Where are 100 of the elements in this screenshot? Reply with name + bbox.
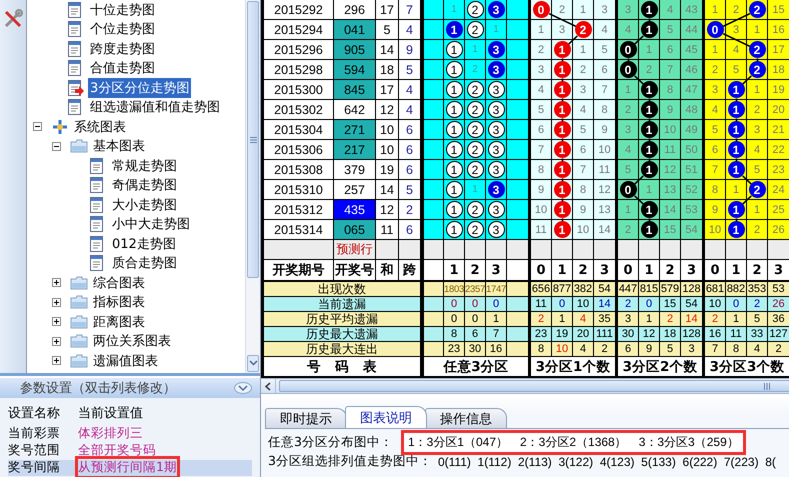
number-ball: 1: [446, 61, 462, 78]
expand-icon[interactable]: [52, 356, 61, 366]
tree-item[interactable]: 个位走势图: [88, 19, 157, 40]
omission-cell: 1: [573, 40, 594, 60]
setting-name[interactable]: 奖号范围: [8, 442, 78, 458]
number-ball: 1: [640, 121, 658, 138]
omission-cell: 52: [681, 180, 702, 200]
tree-item[interactable]: 十位走势图: [88, 0, 157, 20]
stat-cell: 4: [573, 312, 594, 327]
number-ball: 1: [728, 201, 744, 218]
stat-cell: 656: [531, 282, 552, 297]
description-text: 0(111) 1(112) 2(113) 3(122) 4(123) 5(133) 6(222) 7(223) 8(: [438, 454, 776, 468]
tree-item[interactable]: 两位关系图表: [91, 331, 173, 352]
chevron-down-icon[interactable]: [234, 382, 252, 394]
collapse-icon[interactable]: [33, 122, 42, 132]
tree-item[interactable]: 012走势图: [110, 234, 178, 254]
tab[interactable]: 即时提示: [265, 408, 347, 428]
collapse-icon[interactable]: [52, 142, 61, 151]
tab[interactable]: 图表说明: [345, 406, 427, 428]
number-ball: 2: [748, 1, 766, 18]
stat-cell: 12: [639, 327, 660, 342]
stat-cell: 0: [726, 297, 747, 312]
omission-cell: 13: [594, 200, 615, 220]
table-cell: [424, 240, 444, 260]
table-cell: [660, 240, 681, 260]
grip-icon[interactable]: [250, 136, 256, 144]
column-header[interactable]: 当前设置值: [78, 402, 252, 424]
omission-cell: 2: [705, 60, 726, 80]
expand-icon[interactable]: [52, 278, 61, 288]
number-ball: 2: [466, 201, 484, 218]
tree-item[interactable]: 常规走势图: [110, 156, 179, 176]
omission-cell: 2: [531, 40, 552, 60]
tab[interactable]: 操作信息: [425, 408, 507, 428]
setting-name[interactable]: 当前彩票: [8, 425, 78, 442]
tree-item[interactable]: 合值走势图: [88, 58, 157, 78]
number-ball: 1: [446, 221, 462, 238]
stat-cell: 882: [726, 282, 747, 297]
tree-item[interactable]: 距离图表: [91, 312, 147, 332]
tree-item[interactable]: 基本图表: [91, 136, 147, 156]
stat-cell: 4: [573, 342, 594, 357]
omission-cell: 11: [660, 140, 681, 160]
omission-cell: 3: [726, 20, 747, 40]
period-cell: 2015308: [264, 160, 334, 180]
omission-cell: 45: [681, 40, 702, 60]
description-label: 3分区组选排列值走势图中：: [268, 453, 432, 470]
stat-label: 当前遗漏: [264, 297, 421, 312]
tree-item[interactable]: 小中大走势图: [110, 214, 192, 234]
number-ball: 3: [488, 201, 504, 218]
tree-item[interactable]: 指标图表: [91, 292, 147, 312]
stat-cell: 382: [573, 282, 594, 297]
stat-cell: 0: [552, 297, 573, 312]
tree-item[interactable]: 综合图表: [91, 272, 147, 293]
vertical-scrollbar[interactable]: [245, 0, 260, 373]
horizontal-scrollbar[interactable]: [261, 378, 789, 394]
stat-cell: 0: [465, 297, 486, 312]
setting-value[interactable]: 全部开奖号码: [78, 442, 156, 459]
stat-cell: 1: [639, 312, 660, 327]
stat-cell: 1803: [444, 282, 465, 297]
tree-item[interactable]: 奇偶走势图: [110, 175, 179, 196]
omission-cell: 3: [594, 0, 615, 20]
omission-cell: 50: [681, 140, 702, 160]
grip-icon[interactable]: [763, 382, 771, 390]
tree-item[interactable]: 质合走势图: [110, 253, 179, 274]
stat-label: 历史最大连出: [264, 342, 421, 357]
chevron-left-icon[interactable]: [265, 382, 271, 390]
span-cell: 5: [399, 180, 421, 200]
number-ball: 1: [446, 181, 462, 198]
stat-cell: 35: [594, 312, 615, 327]
expand-icon[interactable]: [52, 298, 61, 307]
column-header[interactable]: 设置名称: [8, 402, 78, 424]
setting-value[interactable]: 体彩排列三: [78, 424, 143, 442]
number-ball: 1: [554, 221, 570, 238]
tree-item[interactable]: 组选遗漏值和值走势图: [88, 97, 222, 118]
omission-cell: 2: [573, 60, 594, 80]
stat-cell: 0: [639, 297, 660, 312]
expand-icon[interactable]: [52, 336, 61, 346]
omission-cell: 14: [594, 220, 615, 240]
tree-item[interactable]: 3分区分位走势图: [88, 78, 192, 98]
expand-icon[interactable]: [52, 317, 61, 326]
stat-cell: 681: [705, 282, 726, 297]
stat-cell: 0: [444, 312, 465, 327]
tree-item[interactable]: 大小走势图: [110, 194, 179, 215]
number-cell: 905: [334, 40, 376, 60]
tools-icon[interactable]: [2, 8, 24, 30]
number-ball: 1: [446, 81, 462, 98]
stat-cell: 7: [486, 327, 507, 342]
stat-cell: 30: [465, 342, 486, 357]
omission-cell: 24: [768, 180, 789, 200]
tree-item[interactable]: 跨度走势图: [88, 38, 157, 59]
table-cell: [424, 312, 444, 327]
setting-name[interactable]: 奖号间隔: [8, 460, 78, 476]
omission-cell: 5: [660, 20, 681, 40]
table-cell: [573, 240, 594, 260]
tree-item[interactable]: 系统图表: [72, 116, 128, 137]
tree-item[interactable]: 遗漏值图表: [91, 350, 160, 371]
stat-label: 历史最大遗漏: [264, 327, 421, 342]
stat-cell: 54: [594, 282, 615, 297]
span-cell: 6: [399, 140, 421, 160]
omission-cell: 1: [747, 20, 768, 40]
omission-cell: 6: [573, 140, 594, 160]
